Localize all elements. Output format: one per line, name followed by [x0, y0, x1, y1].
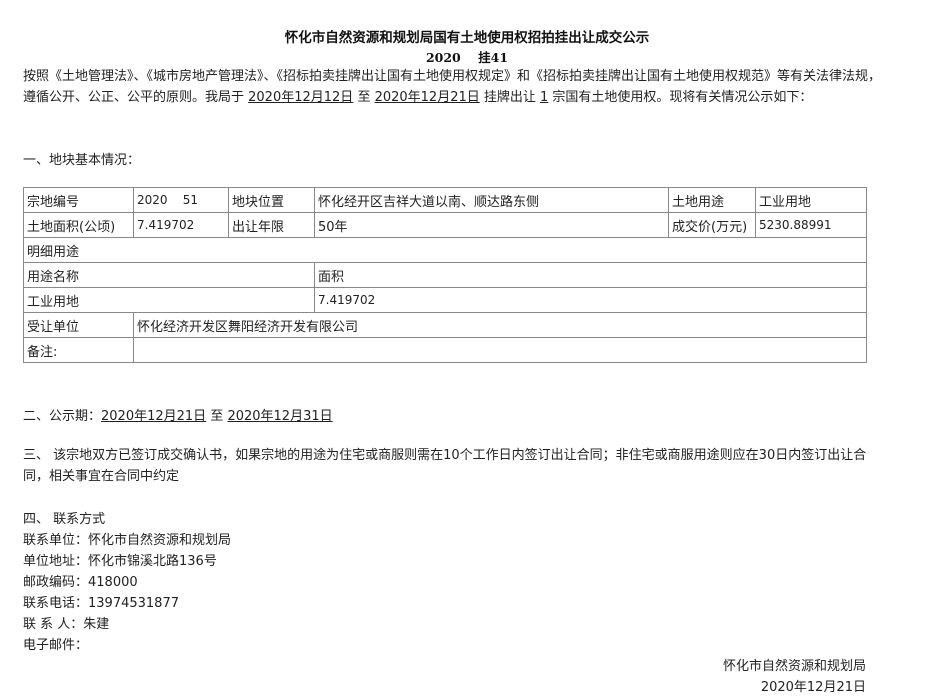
land-use-label: 土地用途	[668, 187, 756, 213]
section-1-heading: 一、地块基本情况：	[23, 153, 141, 168]
table-row: 用途名称 面积	[23, 262, 867, 288]
location-label: 地块位置	[228, 187, 315, 213]
contact-postcode: 邮政编码：418000	[23, 575, 138, 590]
section-2-to: 至	[206, 409, 228, 424]
location-value: 怀化经开区吉祥大道以南、顺达路东侧	[314, 187, 669, 213]
parcel-info-table: 宗地编号 2020 51 地块位置 怀化经开区吉祥大道以南、顺达路东侧 土地用途…	[23, 187, 867, 363]
remark-value	[133, 337, 867, 363]
section-2-label: 二、公示期：	[23, 409, 102, 424]
land-use-value: 工业用地	[755, 187, 867, 213]
intro-text-4: 宗国有土地使用权。现将有关情况公示如下：	[548, 90, 813, 105]
term-label: 出让年限	[228, 212, 315, 238]
parcel-id-value: 2020 51	[133, 187, 229, 213]
use-name-value: 工业用地	[23, 287, 315, 313]
term-value: 50年	[314, 212, 669, 238]
intro-paragraph: 按照《土地管理法》、《城市房地产管理法》、《招标拍卖挂牌出让国有土地使用权规定》…	[23, 66, 889, 108]
publicity-start-date: 2020年12月21日	[101, 409, 207, 424]
area-header: 面积	[314, 262, 867, 288]
contact-email: 电子邮件：	[23, 638, 89, 653]
land-area-label: 土地面积(公顷)	[23, 212, 134, 238]
use-name-header: 用途名称	[23, 262, 315, 288]
contact-address: 单位地址：怀化市锦溪北路136号	[23, 554, 217, 569]
listing-start-date: 2020年12月12日	[248, 90, 354, 105]
signature-org: 怀化市自然资源和规划局	[722, 659, 866, 674]
table-row: 土地面积(公顷) 7.419702 出让年限 50年 成交价(万元) 5230.…	[23, 212, 867, 238]
section-4-heading: 四、 联系方式	[23, 512, 106, 527]
area-value: 7.419702	[314, 287, 867, 313]
section-2-publicity-period: 二、公示期：2020年12月21日 至 2020年12月31日	[23, 405, 333, 424]
buyer-value: 怀化经济开发区舞阳经济开发有限公司	[133, 312, 867, 338]
page-title: 怀化市自然资源和规划局国有土地使用权招拍挂出让成交公示	[284, 30, 650, 46]
deal-price-label: 成交价(万元)	[668, 212, 756, 238]
publicity-end-date: 2020年12月31日	[227, 409, 333, 424]
section-3-paragraph: 三、 该宗地双方已签订成交确认书，如果宗地的用途为住宅或商服则需在10个工作日内…	[23, 448, 867, 484]
land-area-value: 7.419702	[133, 212, 229, 238]
table-row: 备注:	[23, 337, 867, 363]
contact-unit: 联系单位：怀化市自然资源和规划局	[23, 533, 232, 548]
intro-text-2: 至	[353, 90, 375, 105]
detail-use-label: 明细用途	[23, 237, 867, 263]
deal-price-value: 5230.88991	[755, 212, 867, 238]
document-number: 2020 挂41	[425, 50, 509, 65]
listing-end-date: 2020年12月21日	[374, 90, 480, 105]
intro-text-3: 挂牌出让	[479, 90, 541, 105]
table-row: 工业用地 7.419702	[23, 287, 867, 313]
table-row: 明细用途	[23, 237, 867, 263]
contact-person: 联 系 人：朱建	[23, 617, 110, 632]
buyer-label: 受让单位	[23, 312, 134, 338]
remark-label: 备注:	[23, 337, 134, 363]
parcel-id-label: 宗地编号	[23, 187, 134, 213]
table-row: 受让单位 怀化经济开发区舞阳经济开发有限公司	[23, 312, 867, 338]
table-row: 宗地编号 2020 51 地块位置 怀化经开区吉祥大道以南、顺达路东侧 土地用途…	[23, 187, 867, 213]
signature-date: 2020年12月21日	[760, 680, 866, 695]
contact-phone: 联系电话：13974531877	[23, 596, 179, 611]
